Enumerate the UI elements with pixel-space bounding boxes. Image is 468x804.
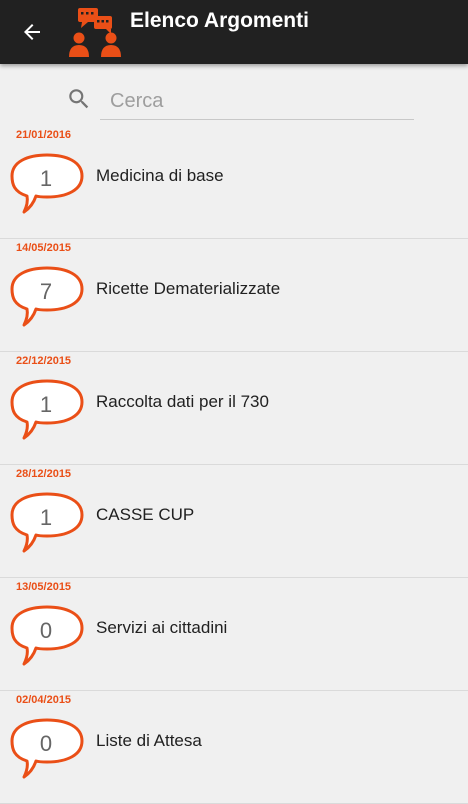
page-title: Elenco Argomenti [130, 9, 309, 32]
item-date: 28/12/2015 [16, 468, 72, 480]
chat-people-logo-icon [68, 6, 122, 58]
list-item[interactable]: 28/12/2015 1 CASSE CUP [0, 465, 468, 578]
comment-count: 1 [39, 166, 53, 191]
app-bar: Elenco Argomenti [0, 0, 468, 64]
item-date: 14/05/2015 [16, 242, 72, 254]
item-title: Liste di Attesa [96, 731, 202, 750]
list-item[interactable]: 21/01/2016 1 Medicina di base [0, 126, 468, 239]
comment-bubble-icon: 7 [10, 265, 86, 329]
list-item[interactable]: 13/05/2015 0 Servizi ai cittadini [0, 578, 468, 691]
comment-count: 0 [39, 731, 53, 756]
comment-bubble-icon: 1 [10, 491, 86, 555]
comment-count: 0 [39, 618, 53, 643]
list-item[interactable]: 14/05/2015 7 Ricette Dematerializzate [0, 239, 468, 352]
topic-list: 21/01/2016 1 Medicina di base 14/05/2015… [0, 126, 468, 804]
search-input[interactable] [100, 80, 414, 120]
item-title: Medicina di base [96, 166, 224, 185]
comment-bubble-icon: 1 [10, 152, 86, 216]
item-date: 22/12/2015 [16, 355, 72, 367]
item-title: Ricette Dematerializzate [96, 279, 281, 298]
arrow-back-icon [24, 24, 40, 40]
list-item[interactable]: 22/12/2015 1 Raccolta dati per il 730 [0, 352, 468, 465]
search-icon[interactable] [66, 86, 92, 112]
item-title: Servizi ai cittadini [96, 618, 228, 637]
comment-bubble-icon: 0 [10, 604, 86, 668]
comment-count: 1 [39, 392, 53, 417]
back-button[interactable] [12, 12, 52, 52]
comment-bubble-icon: 1 [10, 378, 86, 442]
item-date: 21/01/2016 [16, 129, 72, 141]
comment-bubble-icon: 0 [10, 717, 86, 781]
comment-count: 1 [39, 505, 53, 530]
list-item[interactable]: 02/04/2015 0 Liste di Attesa [0, 691, 468, 804]
item-date: 02/04/2015 [16, 694, 72, 706]
search-bar [66, 80, 416, 120]
item-date: 13/05/2015 [16, 581, 72, 593]
item-title: CASSE CUP [96, 505, 195, 524]
comment-count: 7 [39, 279, 53, 304]
item-title: Raccolta dati per il 730 [96, 392, 269, 411]
